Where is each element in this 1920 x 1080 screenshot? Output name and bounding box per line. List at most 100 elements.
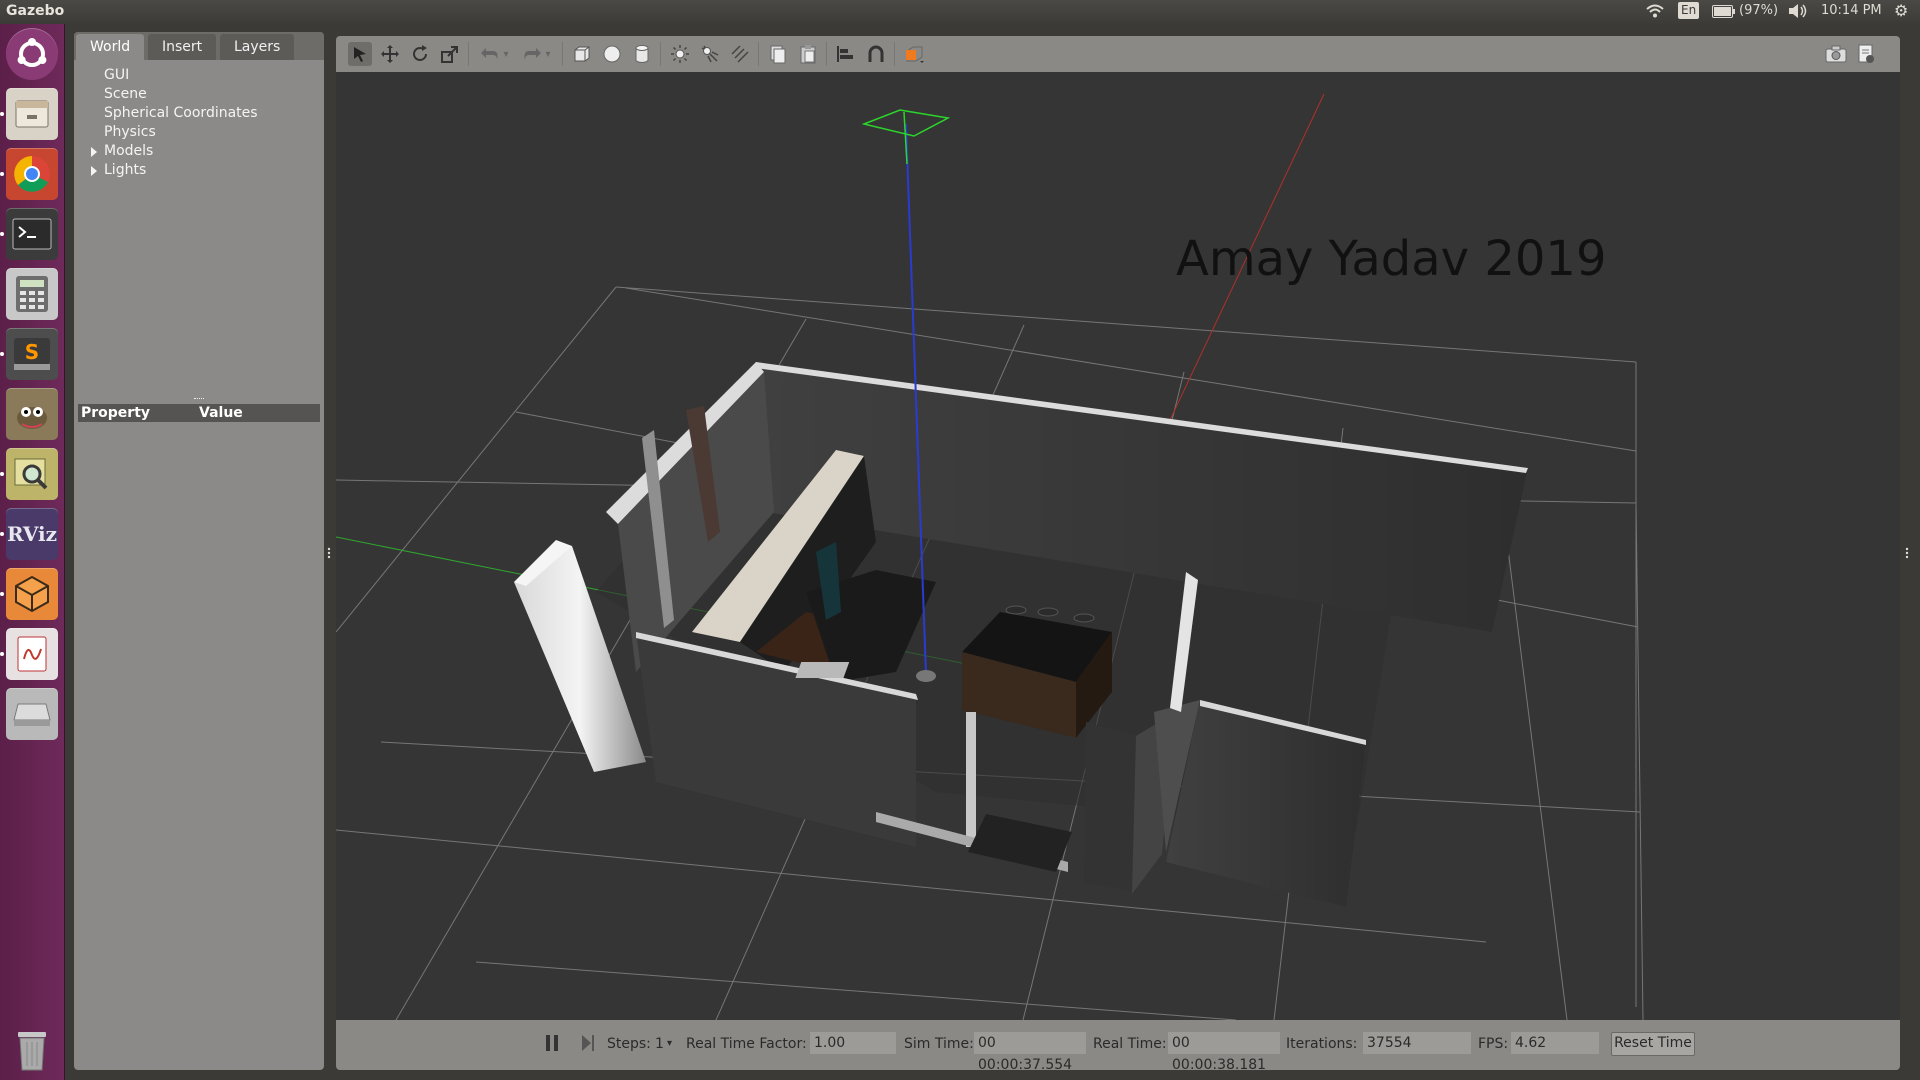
origin-marker — [916, 670, 936, 682]
real-time-factor-field: 1.00 — [810, 1032, 896, 1054]
tree-item-models[interactable]: Models — [74, 142, 324, 161]
tree-item-label: Scene — [104, 86, 147, 102]
right-lower-wall — [1084, 722, 1136, 892]
tree-item-label: Spherical Coordinates — [104, 105, 258, 121]
snap-icon[interactable] — [864, 42, 888, 66]
tab-insert[interactable]: Insert — [148, 34, 217, 60]
rotate-icon[interactable] — [408, 42, 432, 66]
expand-arrow-icon[interactable] — [91, 166, 97, 176]
step-icon[interactable] — [581, 1034, 595, 1052]
box-shape-icon[interactable] — [570, 42, 594, 66]
real-time-field: 00 00:00:38.181 — [1168, 1032, 1280, 1070]
fps-label: FPS: — [1478, 1036, 1509, 1052]
property-table-header: Property Value — [78, 404, 320, 422]
redo-history-icon[interactable]: ▾ — [542, 42, 554, 66]
running-indicator — [0, 232, 4, 236]
terminal-icon[interactable] — [6, 208, 58, 260]
sim-time-label: Sim Time: — [904, 1036, 974, 1052]
system-monitor-icon[interactable] — [6, 448, 58, 500]
directional-light-icon[interactable] — [728, 42, 752, 66]
view-angle-icon[interactable] — [902, 42, 926, 66]
files-icon[interactable] — [6, 88, 58, 140]
screenshot-icon[interactable] — [1824, 42, 1848, 66]
launcher: S RViz — [0, 24, 65, 1080]
steps-value[interactable]: 1 — [655, 1036, 664, 1052]
select-arrow-icon[interactable] — [348, 42, 372, 66]
toolbar-separator — [562, 42, 563, 66]
paste-icon[interactable] — [796, 42, 820, 66]
svg-text:S: S — [25, 340, 39, 364]
iterations-field: 37554 — [1363, 1032, 1471, 1054]
expand-arrow-icon[interactable] — [91, 147, 97, 157]
left-splitter-handle[interactable] — [326, 545, 332, 559]
reset-time-button[interactable]: Reset Time — [1611, 1032, 1695, 1056]
running-indicator — [0, 472, 4, 476]
rviz-icon[interactable]: RViz — [6, 508, 58, 560]
running-indicator — [0, 112, 4, 116]
gimp-icon[interactable] — [6, 388, 58, 440]
wifi-icon[interactable] — [1645, 3, 1665, 23]
sublime-text-icon[interactable]: S — [6, 328, 58, 380]
align-icon[interactable] — [834, 42, 858, 66]
battery-icon[interactable] — [1712, 5, 1736, 22]
calculator-icon[interactable] — [6, 268, 58, 320]
sphere-shape-icon[interactable] — [600, 42, 624, 66]
real-time-factor-label: Real Time Factor: — [686, 1036, 807, 1052]
tree-item-label: Lights — [104, 162, 147, 178]
chrome-icon[interactable] — [6, 148, 58, 200]
iterations-label: Iterations: — [1286, 1036, 1358, 1052]
scale-icon[interactable] — [438, 42, 462, 66]
keyboard-layout-indicator[interactable]: En — [1678, 2, 1700, 19]
redo-icon[interactable] — [520, 42, 544, 66]
tree-item-scene[interactable]: Scene — [74, 85, 324, 104]
record-log-icon[interactable] — [1854, 42, 1878, 66]
spot-light-icon[interactable] — [698, 42, 722, 66]
gazebo-icon[interactable] — [6, 568, 58, 620]
3d-scene-view[interactable]: Amay Yadav 2019 — [336, 72, 1900, 1021]
volume-icon[interactable] — [1788, 3, 1808, 23]
value-column-header[interactable]: Value — [199, 404, 243, 422]
running-indicator — [0, 352, 4, 356]
tab-layers[interactable]: Layers — [220, 34, 295, 60]
point-light-icon[interactable] — [668, 42, 692, 66]
steps-label: Steps: — [607, 1036, 651, 1052]
property-column-header[interactable]: Property — [81, 404, 150, 422]
tree-item-label: GUI — [104, 67, 130, 83]
tree-item-label: Physics — [104, 124, 156, 140]
right-splitter-handle[interactable] — [1904, 545, 1910, 559]
toolbar-separator — [468, 42, 469, 66]
gear-icon[interactable]: ⚙ — [1894, 1, 1908, 20]
tree-item-gui[interactable]: GUI — [74, 66, 324, 85]
tree-item-physics[interactable]: Physics — [74, 123, 324, 142]
trash-icon[interactable] — [6, 1024, 58, 1076]
toolbar-separator — [758, 42, 759, 66]
running-indicator — [0, 592, 4, 596]
top-panel: Gazebo En (97%) 10:14 PM ⚙ — [0, 0, 1920, 24]
battery-percent: (97%) — [1739, 3, 1779, 18]
toolbar-separator — [660, 42, 661, 66]
toolbar-separator — [826, 42, 827, 66]
sink-basin — [795, 662, 850, 678]
time-panel: Steps: 1 ▾ Real Time Factor: 1.00 Sim Ti… — [336, 1020, 1900, 1070]
undo-history-icon[interactable]: ▾ — [500, 42, 512, 66]
tree-item-lights[interactable]: Lights — [74, 161, 324, 180]
drive-icon[interactable] — [6, 688, 58, 740]
scene-canvas: Amay Yadav 2019 — [336, 93, 1644, 1021]
pause-icon[interactable] — [545, 1034, 559, 1052]
translate-icon[interactable] — [378, 42, 402, 66]
undo-icon[interactable] — [478, 42, 502, 66]
splitter-handle[interactable] — [194, 398, 204, 403]
panel-tabs: World Insert Layers — [74, 32, 324, 60]
toolbar: ▾ ▾ — [336, 36, 1900, 72]
clock[interactable]: 10:14 PM — [1821, 3, 1882, 18]
ubuntu-dash-icon[interactable] — [6, 28, 58, 80]
copy-icon[interactable] — [766, 42, 790, 66]
steps-dropdown-icon[interactable]: ▾ — [667, 1038, 672, 1049]
tab-world[interactable]: World — [76, 34, 145, 60]
real-time-label: Real Time: — [1093, 1036, 1167, 1052]
document-viewer-icon[interactable] — [6, 628, 58, 680]
render-window: ▾ ▾ Amay Yadav 2019 Steps: 1 ▾ Real Time… — [336, 36, 1900, 1070]
tree-item-spherical-coordinates[interactable]: Spherical Coordinates — [74, 104, 324, 123]
tree-item-label: Models — [104, 143, 154, 159]
cylinder-shape-icon[interactable] — [630, 42, 654, 66]
